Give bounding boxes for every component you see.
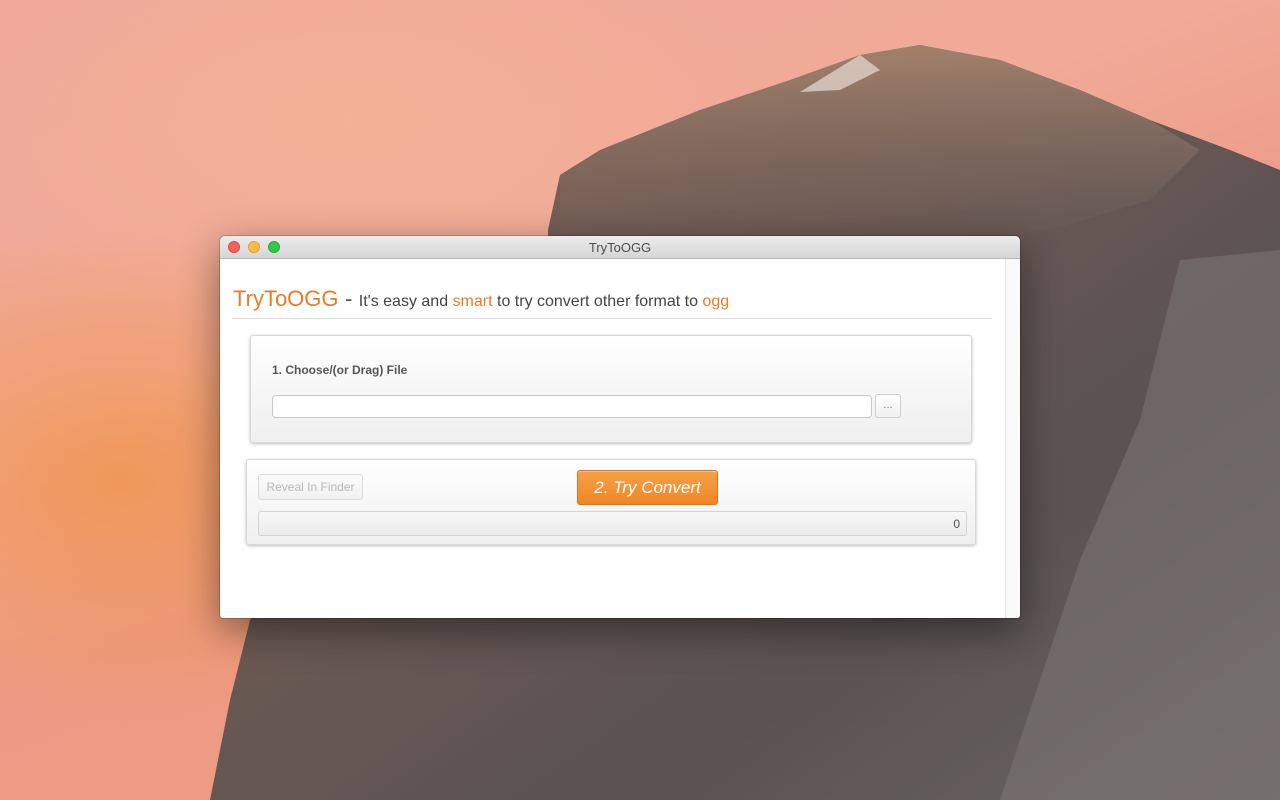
headline: TryToOGG - It's easy and smart to try co… [233,286,729,312]
window-title: TryToOGG [588,240,652,255]
headline-highlight-ogg: ogg [702,293,730,310]
file-path-input[interactable] [272,395,872,418]
headline-highlight-smart: smart [452,293,493,310]
headline-text-1: It's easy and [358,293,449,310]
browse-button[interactable]: ... [875,394,901,418]
convert-panel: Reveal In Finder 2. Try Convert 0 [246,459,976,545]
vertical-scrollbar[interactable] [1005,259,1020,618]
headline-separator: - [344,286,353,311]
headline-divider [232,318,992,319]
progress-bar: 0 [258,511,967,536]
choose-file-panel[interactable]: 1. Choose/(or Drag) File ... [250,335,972,443]
brand-name: TryToOGG [233,286,339,311]
try-convert-button[interactable]: 2. Try Convert [577,470,718,505]
title-bar[interactable]: TryToOGG [220,236,1020,259]
headline-text-2: to try convert other format to [497,293,698,310]
progress-value: 0 [953,517,960,531]
reveal-in-finder-button[interactable]: Reveal In Finder [258,474,363,500]
choose-file-label: 1. Choose/(or Drag) File [272,363,408,377]
app-window: TryToOGG TryToOGG - It's easy and smart … [220,236,1020,618]
content-area: TryToOGG - It's easy and smart to try co… [220,259,1006,618]
